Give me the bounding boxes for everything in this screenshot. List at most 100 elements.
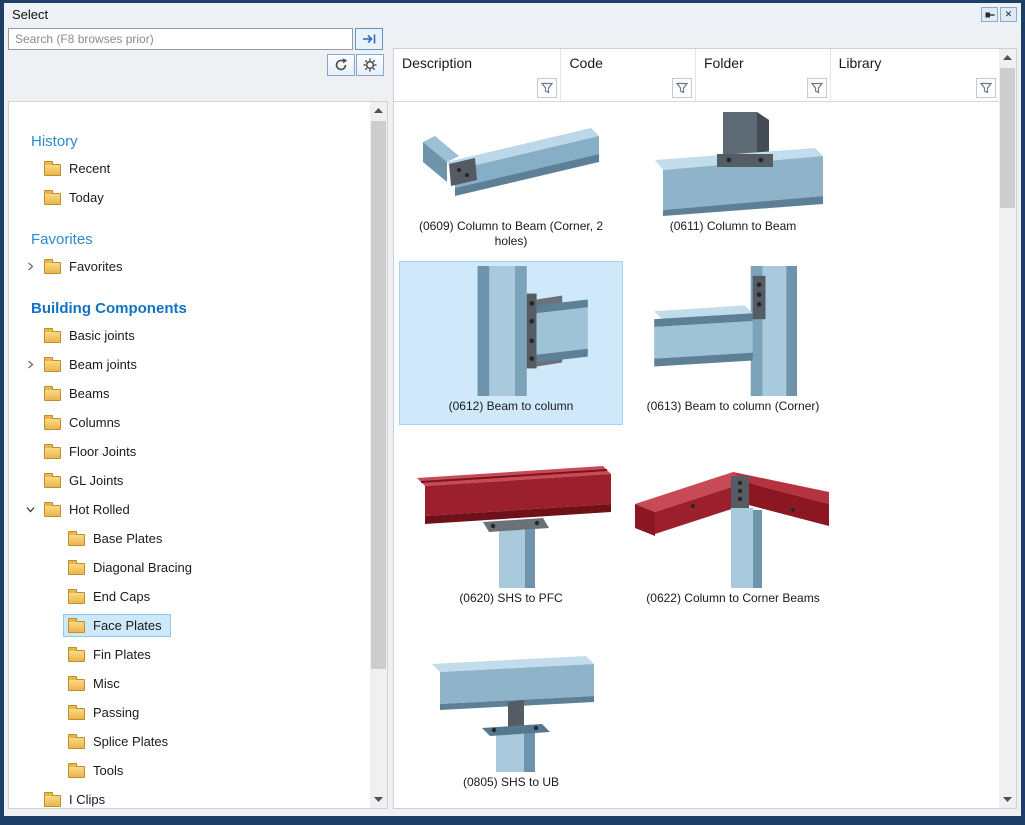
tree-item-beams[interactable]: Beams [9, 379, 370, 408]
column-header-folder[interactable]: Folder [696, 49, 831, 76]
component-caption: (0611) Column to Beam [670, 219, 797, 234]
tree-item-misc[interactable]: Misc [9, 669, 370, 698]
tree-item-end-caps[interactable]: End Caps [9, 582, 370, 611]
folder-icon [68, 708, 85, 720]
window-title: Select [12, 7, 48, 22]
folder-icon [68, 650, 85, 662]
folder-icon [44, 795, 61, 807]
column-header-description[interactable]: Description [394, 49, 561, 76]
scrollbar-up-button[interactable] [370, 102, 387, 119]
component-grid: (0609) Column to Beam (Corner, 2 holes) [394, 102, 999, 808]
tree-item-label: I Clips [69, 792, 105, 807]
tree-item-label: Recent [69, 161, 110, 176]
tree-section-building-components[interactable]: Building Components [9, 297, 370, 321]
scrollbar-up-button[interactable] [999, 49, 1016, 66]
component-item-0805[interactable]: (0805) SHS to UB [400, 636, 622, 796]
component-item-0620[interactable]: (0620) SHS to PFC [400, 448, 622, 613]
folder-icon [68, 679, 85, 691]
tree-item-floor-joints[interactable]: Floor Joints [9, 437, 370, 466]
column-header-library[interactable]: Library [831, 49, 999, 76]
chevron-down-icon[interactable] [21, 505, 39, 514]
scrollbar-thumb[interactable] [1000, 68, 1015, 208]
tree-item-today[interactable]: Today [9, 183, 370, 212]
tree-item-favorites[interactable]: Favorites [9, 252, 370, 281]
scrollbar-down-button[interactable] [370, 791, 387, 808]
tree-item-passing[interactable]: Passing [9, 698, 370, 727]
tree-item-base-plates[interactable]: Base Plates [9, 524, 370, 553]
results-scrollbar[interactable] [999, 49, 1016, 808]
grid-filter-row [394, 76, 999, 102]
tree-item-diagonal-bracing[interactable]: Diagonal Bracing [9, 553, 370, 582]
tree-item-label: Fin Plates [93, 647, 151, 662]
tree-item-label: Today [69, 190, 104, 205]
component-item-0613[interactable]: (0613) Beam to column (Corner) [622, 262, 844, 424]
component-thumbnail [411, 452, 611, 588]
close-button[interactable]: ✕ [1000, 7, 1017, 22]
folder-icon [68, 563, 85, 575]
tree-section-history[interactable]: History [9, 130, 370, 154]
tree-item-i-clips[interactable]: I Clips [9, 785, 370, 808]
funnel-icon [980, 82, 992, 94]
folder-icon [44, 262, 61, 274]
tree-item-hot-rolled[interactable]: Hot Rolled [9, 495, 370, 524]
tree-item-label: Hot Rolled [69, 502, 130, 517]
tree-item-columns[interactable]: Columns [9, 408, 370, 437]
chevron-right-icon[interactable] [21, 262, 39, 271]
tree-item-basic-joints[interactable]: Basic joints [9, 321, 370, 350]
gear-icon [363, 58, 377, 72]
filter-button-description[interactable] [537, 78, 557, 98]
column-header-code[interactable]: Code [561, 49, 696, 76]
filter-button-code[interactable] [672, 78, 692, 98]
component-item-0609[interactable]: (0609) Column to Beam (Corner, 2 holes) [400, 108, 622, 256]
pin-button[interactable] [981, 7, 998, 22]
component-caption: (0613) Beam to column (Corner) [647, 399, 820, 414]
folder-icon [68, 737, 85, 749]
component-caption: (0609) Column to Beam (Corner, 2 holes) [410, 219, 612, 249]
funnel-icon [811, 82, 823, 94]
search-go-button[interactable] [355, 28, 383, 50]
chevron-right-icon[interactable] [21, 360, 39, 369]
settings-button[interactable] [356, 54, 384, 76]
filter-button-folder[interactable] [807, 78, 827, 98]
component-item-0622[interactable]: (0622) Column to Corner Beams [622, 448, 844, 613]
scrollbar-down-button[interactable] [999, 791, 1016, 808]
tree-item-tools[interactable]: Tools [9, 756, 370, 785]
component-item-0611[interactable]: (0611) Column to Beam [622, 108, 844, 256]
filter-cell-folder[interactable] [696, 76, 831, 101]
component-thumbnail [643, 112, 823, 216]
selected-tree-item[interactable]: Face Plates [63, 614, 171, 637]
filter-button-library[interactable] [976, 78, 996, 98]
refresh-button[interactable] [327, 54, 355, 76]
results-panel: Description Code Folder Library [393, 48, 1017, 809]
folder-icon [44, 360, 61, 372]
tree-item-label: Tools [93, 763, 123, 778]
tree-item-label: Diagonal Bracing [93, 560, 192, 575]
pin-icon [985, 10, 995, 20]
titlebar[interactable]: Select ✕ [4, 3, 1021, 27]
component-tree: History Recent Today Favorites Favorites… [9, 102, 370, 808]
folder-icon [68, 621, 85, 633]
tree-item-gl-joints[interactable]: GL Joints [9, 466, 370, 495]
tree-item-recent[interactable]: Recent [9, 154, 370, 183]
component-thumbnail [431, 266, 591, 396]
folder-icon [44, 389, 61, 401]
scrollbar-thumb[interactable] [371, 121, 386, 669]
component-thumbnail [421, 112, 601, 216]
tree-item-face-plates[interactable]: Face Plates [9, 611, 370, 640]
tree-item-label: Beam joints [69, 357, 137, 372]
filter-cell-description[interactable] [394, 76, 561, 101]
tree-scrollbar[interactable] [370, 102, 387, 808]
filter-cell-library[interactable] [831, 76, 999, 101]
tree-item-label: End Caps [93, 589, 150, 604]
scrollbar-track[interactable] [999, 66, 1016, 791]
tree-section-favorites[interactable]: Favorites [9, 228, 370, 252]
filter-cell-code[interactable] [561, 76, 696, 101]
component-item-0612[interactable]: (0612) Beam to column [400, 262, 622, 424]
tree-item-beam-joints[interactable]: Beam joints [9, 350, 370, 379]
component-thumbnail [424, 640, 599, 772]
scrollbar-track[interactable] [370, 119, 387, 791]
funnel-icon [541, 82, 553, 94]
tree-item-splice-plates[interactable]: Splice Plates [9, 727, 370, 756]
tree-item-fin-plates[interactable]: Fin Plates [9, 640, 370, 669]
search-input[interactable] [8, 28, 353, 50]
